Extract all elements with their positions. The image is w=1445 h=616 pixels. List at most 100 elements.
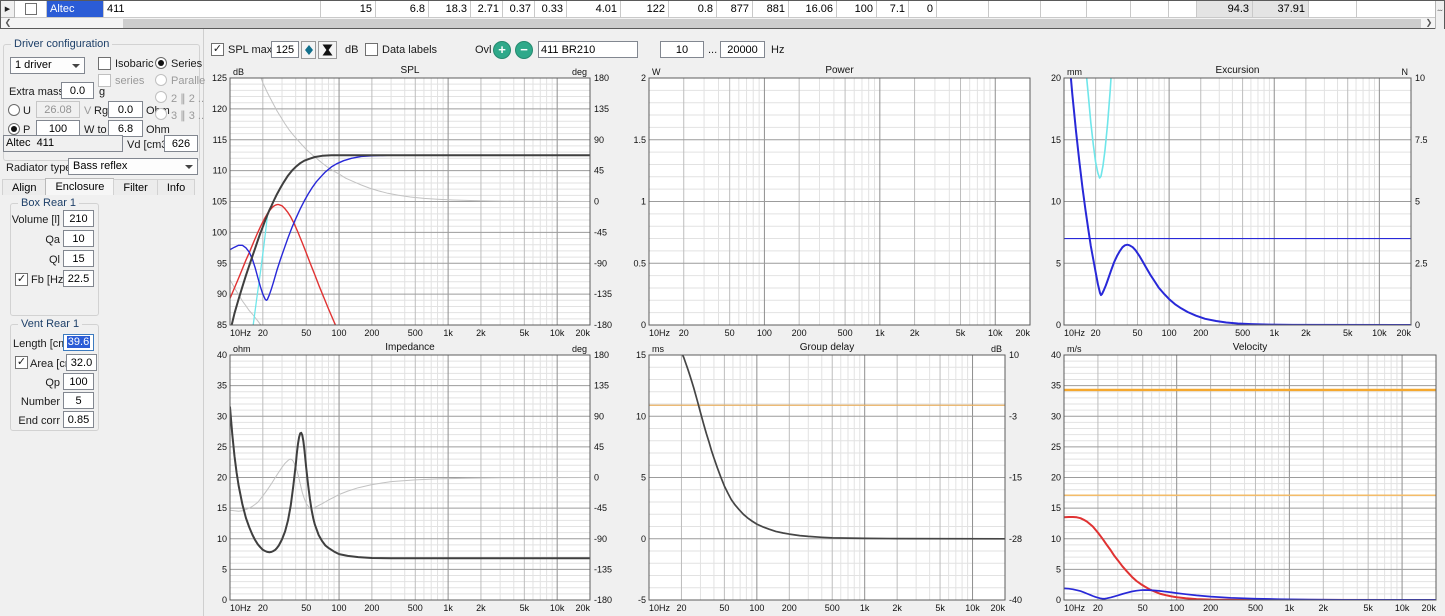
- voltage-input[interactable]: [36, 101, 80, 118]
- tick-label: 20: [258, 603, 268, 613]
- spinner-down-icon[interactable]: [305, 50, 313, 55]
- row-checkbox[interactable]: [25, 3, 37, 15]
- vent-area-checkbox[interactable]: ✓: [15, 356, 28, 369]
- qa-input[interactable]: [63, 230, 94, 247]
- overlay-name-input[interactable]: [538, 41, 638, 58]
- table-cell[interactable]: 94.3: [1197, 1, 1253, 18]
- spl-max-checkbox[interactable]: ✓: [211, 43, 224, 56]
- freq-min-input[interactable]: [660, 41, 704, 58]
- tick-label: -15: [1009, 473, 1022, 483]
- table-cell[interactable]: 0.37: [503, 1, 535, 18]
- chart-power: Power21.510.50W10Hz20501002005001k2k5k10…: [624, 64, 1039, 341]
- qp-input[interactable]: [63, 373, 94, 390]
- table-cell[interactable]: [1357, 1, 1438, 18]
- table-cell[interactable]: 877: [717, 1, 753, 18]
- table-cell[interactable]: [1087, 1, 1131, 18]
- driver-count-dropdown[interactable]: 1 driver: [10, 57, 85, 74]
- table-cell[interactable]: 411: [104, 1, 321, 18]
- table-cell[interactable]: [1131, 1, 1169, 18]
- end-corr-input[interactable]: [63, 411, 94, 428]
- axis-unit-label: m/s: [1067, 344, 1082, 354]
- isobaric-checkbox[interactable]: [98, 57, 111, 70]
- fb-checkbox[interactable]: ✓: [15, 273, 28, 286]
- three-three-radio[interactable]: [155, 108, 167, 120]
- vent-number-input[interactable]: [63, 392, 94, 409]
- table-cell[interactable]: 2.71: [471, 1, 503, 18]
- tick-label: 5k: [520, 328, 530, 338]
- table-cell[interactable]: 0.8: [669, 1, 717, 18]
- tick-label: 180: [594, 350, 609, 360]
- spl-max-input[interactable]: [271, 41, 299, 58]
- table-cell[interactable]: 7.1: [877, 1, 909, 18]
- table-cell[interactable]: 15: [321, 1, 376, 18]
- volume-input[interactable]: [63, 210, 94, 227]
- tab-enclosure[interactable]: Enclosure: [45, 178, 114, 195]
- tick-label: 90: [594, 411, 604, 421]
- row-checkbox-cell[interactable]: [15, 1, 47, 18]
- tick-label: 10Hz: [1064, 328, 1086, 338]
- tick-label: 5: [641, 473, 646, 483]
- hz-unit-label: Hz: [771, 44, 784, 56]
- series-radio[interactable]: [155, 57, 167, 69]
- row-selector[interactable]: ▶: [1, 1, 15, 18]
- tick-label: 25: [1051, 442, 1061, 452]
- data-labels-checkbox[interactable]: [365, 43, 378, 56]
- ql-input[interactable]: [63, 250, 94, 267]
- tick-label: 30: [217, 411, 227, 421]
- table-cell[interactable]: 0.33: [535, 1, 567, 18]
- scroll-left-icon[interactable]: ❮: [1, 18, 15, 28]
- tick-label: 10k: [550, 603, 565, 613]
- table-cell[interactable]: 37.91: [1253, 1, 1309, 18]
- table-cell[interactable]: 18.3: [429, 1, 471, 18]
- tick-label: 10: [1051, 197, 1061, 207]
- scrollbar-thumb[interactable]: [123, 19, 1421, 28]
- remove-overlay-button[interactable]: −: [515, 41, 533, 59]
- table-cell[interactable]: 100: [837, 1, 877, 18]
- ql-label: Ql: [49, 254, 60, 266]
- spl-max-stepper[interactable]: [301, 41, 316, 59]
- parallel-radio[interactable]: [155, 74, 167, 86]
- table-cell[interactable]: [1169, 1, 1197, 18]
- rg-input[interactable]: [108, 101, 143, 118]
- add-overlay-button[interactable]: +: [493, 41, 511, 59]
- table-cell[interactable]: 881: [753, 1, 789, 18]
- tick-label: 5: [1056, 564, 1061, 574]
- scroll-right-icon[interactable]: ❯: [1422, 18, 1436, 28]
- tick-label: 0.5: [633, 258, 646, 268]
- tick-label: 2k: [1301, 328, 1311, 338]
- table-cell[interactable]: 4.01: [567, 1, 621, 18]
- table-cell[interactable]: [1041, 1, 1087, 18]
- tick-label: 0: [594, 473, 599, 483]
- table-vertical-scrollbar[interactable]: ˆˇ: [1435, 1, 1444, 29]
- tab-info[interactable]: Info: [157, 179, 195, 195]
- table-cell[interactable]: Altec: [47, 1, 104, 18]
- vent-area-input[interactable]: [66, 354, 97, 371]
- driver-name-field[interactable]: Altec 411: [3, 135, 123, 152]
- vd-input[interactable]: [164, 135, 198, 152]
- radiator-type-dropdown[interactable]: Bass reflex: [68, 158, 198, 175]
- tick-label: 10k: [988, 328, 1003, 338]
- tick-label: -90: [594, 258, 607, 268]
- table-cell[interactable]: [937, 1, 989, 18]
- extra-mass-input[interactable]: [61, 82, 94, 99]
- tab-align[interactable]: Align: [2, 179, 46, 195]
- tick-label: 15: [636, 350, 646, 360]
- table-horizontal-scrollbar[interactable]: ❮ ❯: [1, 18, 1437, 29]
- table-cell[interactable]: 0: [909, 1, 937, 18]
- table-cell[interactable]: 16.06: [789, 1, 837, 18]
- table-cell[interactable]: 122: [621, 1, 669, 18]
- vent-length-input[interactable]: 39.6: [63, 334, 94, 351]
- freq-max-input[interactable]: [720, 41, 765, 58]
- table-cell[interactable]: [989, 1, 1041, 18]
- fb-input[interactable]: [63, 270, 94, 287]
- voltage-radio[interactable]: [8, 104, 20, 116]
- tick-label: 200: [1203, 603, 1218, 613]
- two-two-label: 2 ∥ 2 ...: [171, 92, 207, 105]
- tab-filter[interactable]: Filter: [113, 179, 157, 195]
- table-cell[interactable]: [1309, 1, 1357, 18]
- table-cell[interactable]: 6.8: [376, 1, 429, 18]
- power-radio[interactable]: [8, 123, 20, 135]
- two-two-radio[interactable]: [155, 91, 167, 103]
- auto-scale-button[interactable]: [318, 41, 337, 59]
- tick-label: 10k: [1372, 328, 1387, 338]
